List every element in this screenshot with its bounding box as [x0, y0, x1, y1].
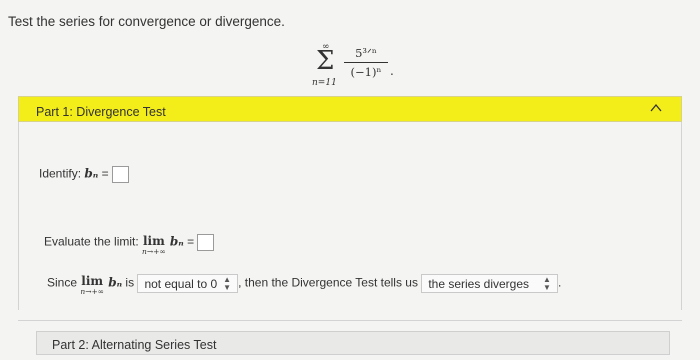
evaluate-label: Evaluate the limit:: [44, 234, 143, 249]
limit-comparison-dropdown[interactable]: not equal to 0 ▲ ▼: [137, 274, 239, 293]
identify-label: Identify:: [39, 166, 85, 181]
dropdown-arrows-icon: ▲ ▼: [223, 274, 232, 292]
identify-answer-box[interactable]: [111, 166, 129, 183]
fraction-numerator: 5³ᐟⁿ: [344, 46, 388, 63]
conclusion-period: .: [557, 275, 562, 290]
evaluate-row: Evaluate the limit: lim n→+∞ bₙ =: [44, 234, 215, 256]
chevron-up-icon[interactable]: [649, 101, 663, 115]
since-is-text: is: [122, 275, 138, 290]
problem-prompt: Test the series for convergence or diver…: [8, 14, 285, 29]
part2-title: Part 2: Alternating Series Test: [52, 338, 217, 352]
conclusion-dropdown[interactable]: the series diverges ▲ ▼: [421, 274, 558, 293]
series-term-fraction: 5³ᐟⁿ (−1)ⁿ: [344, 46, 388, 79]
sigma-symbol: Σ: [316, 46, 335, 76]
dropdown-arrows-icon: ▲ ▼: [543, 274, 551, 292]
limit-operator: lim n→+∞: [142, 234, 166, 256]
part1-header[interactable]: Part 1: Divergence Test: [18, 96, 682, 122]
fraction-denominator: (−1)ⁿ: [350, 65, 382, 79]
sigma-lower-limit: n=11: [312, 78, 337, 88]
since-row: Since lim n→+∞ bₙ is not equal to 0 ▲ ▼, th…: [47, 274, 561, 296]
limit-equals: =: [183, 234, 198, 249]
since-label: Since: [47, 275, 81, 290]
series-period: .: [390, 64, 394, 78]
limit-variable: bₙ: [165, 234, 184, 249]
identify-row: Identify: bₙ =: [39, 166, 129, 183]
series-formula: ∞ Σ n=11 5³ᐟⁿ (−1)ⁿ .: [308, 40, 418, 94]
since-limit-operator: lim n→+∞: [80, 274, 105, 296]
part1-body: Identify: bₙ = Evaluate the limit: lim n→…: [18, 122, 682, 310]
then-text: , then the Divergence Test tells us: [238, 275, 422, 290]
part2-header[interactable]: Part 2: Alternating Series Test: [36, 331, 670, 355]
part1-title: Part 1: Divergence Test: [36, 105, 166, 119]
identify-equals: =: [98, 166, 112, 181]
since-variable: bₙ: [104, 275, 123, 290]
limit-answer-box[interactable]: [197, 234, 215, 251]
identify-variable: bₙ: [84, 166, 99, 181]
